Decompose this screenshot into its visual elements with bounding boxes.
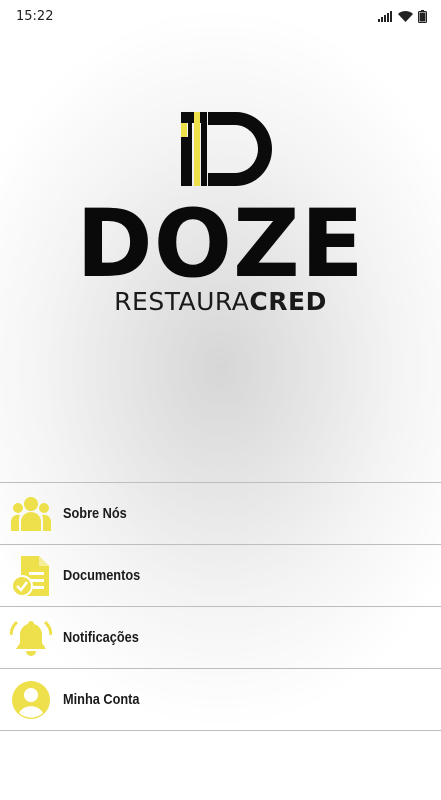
menu-label: Documentos [63, 567, 141, 584]
main-menu: Sobre Nós Documentos Notificações Minha … [0, 482, 441, 731]
user-circle-icon [10, 679, 52, 721]
status-icons [378, 9, 427, 23]
bell-icon [10, 617, 52, 659]
signal-icon [378, 10, 393, 22]
menu-item-notificacoes[interactable]: Notificações [0, 607, 441, 669]
users-icon [10, 493, 52, 535]
menu-item-documentos[interactable]: Documentos [0, 545, 441, 607]
menu-label: Sobre Nós [63, 505, 127, 522]
document-check-icon [10, 555, 52, 597]
app-screen: 15:22 DOZE RESTAURACRED Sobre Nós Docume… [0, 0, 441, 800]
menu-label: Minha Conta [63, 691, 140, 708]
dz-logo-icon [178, 110, 274, 188]
status-time: 15:22 [16, 8, 54, 24]
wifi-icon [398, 10, 413, 22]
menu-item-minha-conta[interactable]: Minha Conta [0, 669, 441, 731]
brand-subtitle-light: RESTAURA [114, 287, 250, 316]
brand-title: DOZE [76, 190, 365, 299]
menu-label: Notificações [63, 629, 139, 646]
status-bar: 15:22 [0, 0, 441, 32]
battery-icon [418, 9, 427, 23]
brand-subtitle: RESTAURACRED [0, 289, 441, 314]
brand-subtitle-bold: CRED [249, 287, 327, 316]
menu-item-sobre-nos[interactable]: Sobre Nós [0, 483, 441, 545]
